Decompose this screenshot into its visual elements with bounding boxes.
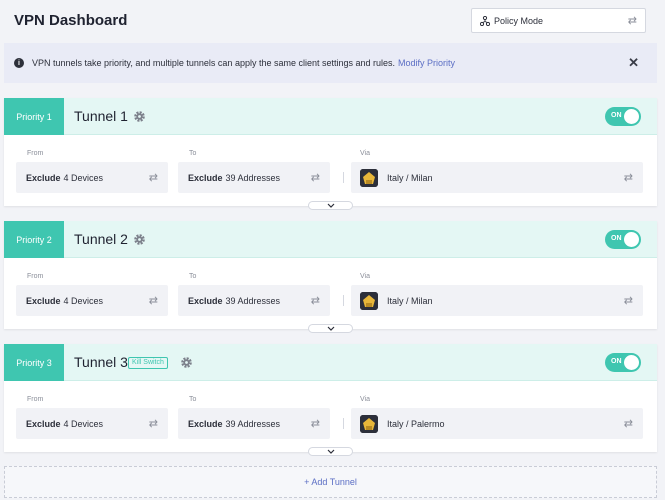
tunnel-card-3: Priority 3 Tunnel 3 Kill Switch ON From … [4,344,657,456]
from-mode: Exclude [26,295,61,306]
toggle-knob [624,232,639,247]
close-icon[interactable]: ✕ [628,55,639,71]
from-label: From [27,273,44,280]
header: VPN Dashboard Policy Mode ⇄ [0,0,665,40]
tunnel-name: Tunnel 2 [74,231,128,247]
tunnel-card-2: Priority 2 Tunnel 2 ON From To Via Exclu… [4,221,657,333]
tunnel-toggle[interactable]: ON [605,107,641,126]
via-field[interactable]: Italy / Milan ⇄ [351,162,643,193]
via-label: Via [360,396,370,403]
from-field[interactable]: Exclude 4 Devices ⇄ [16,285,168,316]
via-value: Italy / Palermo [387,418,445,429]
tunnel-header: Priority 3 Tunnel 3 Kill Switch ON [4,344,657,381]
to-value: 39 Addresses [225,172,281,183]
via-field[interactable]: Italy / Palermo ⇄ [351,408,643,439]
via-value: Italy / Milan [387,172,433,183]
notice-text: VPN tunnels take priority, and multiple … [32,58,396,68]
toggle-knob [624,355,639,370]
toggle-label: ON [611,112,622,119]
tunnel-header: Priority 1 Tunnel 1 ON [4,98,657,135]
chevron-down-icon [327,449,334,454]
swap-icon: ⇄ [148,295,158,307]
to-mode: Exclude [188,172,223,183]
to-field[interactable]: Exclude 39 Addresses ⇄ [178,162,330,193]
divider [343,418,344,429]
to-label: To [189,396,197,403]
from-mode: Exclude [26,172,61,183]
swap-icon: ⇄ [310,295,320,307]
toggle-label: ON [611,235,622,242]
to-value: 39 Addresses [225,418,281,429]
to-field[interactable]: Exclude 39 Addresses ⇄ [178,285,330,316]
gear-icon[interactable] [180,356,193,369]
toggle-label: ON [611,358,622,365]
swap-icon: ⇄ [627,15,637,27]
swap-icon: ⇄ [623,172,633,184]
swap-icon: ⇄ [310,172,320,184]
network-icon [480,15,490,26]
from-value: 4 Devices [63,172,104,183]
from-value: 4 Devices [63,295,104,306]
expand-button[interactable] [308,324,353,333]
swap-icon: ⇄ [148,418,158,430]
via-value: Italy / Milan [387,295,433,306]
swap-icon: ⇄ [148,172,158,184]
info-icon: i [14,58,24,68]
from-label: From [27,396,44,403]
kill-switch-badge: Kill Switch [128,357,168,369]
to-mode: Exclude [188,418,223,429]
to-field[interactable]: Exclude 39 Addresses ⇄ [178,408,330,439]
tunnel-toggle[interactable]: ON [605,230,641,249]
via-label: Via [360,273,370,280]
divider [343,295,344,306]
toggle-knob [624,109,639,124]
via-label: Via [360,150,370,157]
server-flag-icon [360,168,378,187]
from-field[interactable]: Exclude 4 Devices ⇄ [16,408,168,439]
to-label: To [189,273,197,280]
to-value: 39 Addresses [225,295,281,306]
via-field[interactable]: Italy / Milan ⇄ [351,285,643,316]
expand-button[interactable] [308,201,353,210]
tunnel-name: Tunnel 3 [74,354,128,370]
tunnel-name: Tunnel 1 [74,108,128,124]
mode-select[interactable]: Policy Mode ⇄ [471,8,646,33]
from-mode: Exclude [26,418,61,429]
add-tunnel-button[interactable]: + Add Tunnel [4,466,657,498]
expand-button[interactable] [308,447,353,456]
tunnel-toggle[interactable]: ON [605,353,641,372]
mode-select-value: Policy Mode [494,15,544,26]
chevron-down-icon [327,326,334,331]
to-label: To [189,150,197,157]
chevron-down-icon [327,203,334,208]
priority-tag: Priority 3 [4,344,64,381]
swap-icon: ⇄ [310,418,320,430]
swap-icon: ⇄ [623,295,633,307]
tunnel-card-1: Priority 1 Tunnel 1 ON From To Via Exclu… [4,98,657,210]
gear-icon[interactable] [133,233,146,246]
from-value: 4 Devices [63,418,104,429]
page-title: VPN Dashboard [14,12,128,29]
server-flag-icon [360,291,378,310]
from-label: From [27,150,44,157]
tunnel-header: Priority 2 Tunnel 2 ON [4,221,657,258]
swap-icon: ⇄ [623,418,633,430]
to-mode: Exclude [188,295,223,306]
priority-tag: Priority 2 [4,221,64,258]
from-field[interactable]: Exclude 4 Devices ⇄ [16,162,168,193]
server-flag-icon [360,414,378,433]
divider [343,172,344,183]
info-notice: i VPN tunnels take priority, and multipl… [4,43,657,83]
modify-priority-link[interactable]: Modify Priority [398,58,455,68]
priority-tag: Priority 1 [4,98,64,135]
gear-icon[interactable] [133,110,146,123]
